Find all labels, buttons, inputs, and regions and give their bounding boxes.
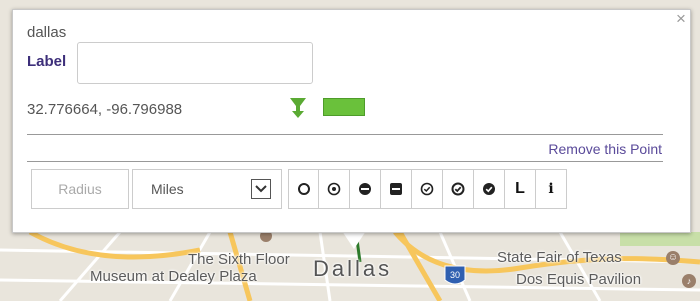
map-label-state-fair: State Fair of Texas — [497, 249, 622, 266]
music-icon: ♪ — [682, 274, 696, 288]
divider — [27, 134, 663, 135]
circle-check-outline-icon — [420, 182, 434, 196]
popup-pointer — [342, 231, 366, 249]
unit-select[interactable]: Miles — [132, 169, 282, 209]
label-input[interactable] — [77, 42, 313, 84]
map-label-city: Dallas — [313, 256, 393, 281]
marker-color-swatch[interactable] — [323, 98, 365, 116]
map-label-dealey-plaza: Museum at Dealey Plaza — [90, 268, 257, 285]
filled-circle-check-icon — [483, 183, 495, 195]
filled-circle-minus-icon — [359, 183, 371, 195]
open-circle-icon — [297, 183, 310, 195]
theater-icon: ☺ — [666, 251, 680, 265]
divider — [27, 161, 663, 162]
info-tool-button[interactable]: i — [536, 169, 567, 209]
chevron-down-icon[interactable] — [251, 179, 271, 199]
circle-dot-tool-button[interactable] — [319, 169, 350, 209]
close-icon[interactable]: × — [676, 10, 686, 27]
highway-shield-label: 30 — [450, 270, 460, 280]
coordinates-text: 32.776664, -96.796988 — [27, 101, 183, 118]
map-label-dos-equis: Dos Equis Pavilion — [516, 271, 642, 288]
radius-input[interactable] — [31, 169, 129, 209]
filled-square-minus-icon — [390, 183, 402, 195]
unit-select-value: Miles — [151, 181, 184, 197]
map-label-sixth-floor: The Sixth Floor — [188, 251, 290, 268]
circle-check-tool-button[interactable] — [443, 169, 474, 209]
label-tool-button[interactable]: L — [505, 169, 536, 209]
square-minus-tool-button[interactable] — [381, 169, 412, 209]
point-info-popup: dallas Label 32.776664, -96.796988 Remov… — [12, 9, 691, 233]
circle-check-outline-tool-button[interactable] — [412, 169, 443, 209]
filled-circle-check-tool-button[interactable] — [474, 169, 505, 209]
remove-point-link[interactable]: Remove this Point — [548, 141, 662, 157]
circle-check-icon — [451, 182, 465, 196]
map-park — [620, 232, 700, 246]
green-arrow-pin-icon[interactable] — [288, 96, 308, 118]
label-caption: Label — [27, 53, 67, 70]
point-toolbar: Miles L i — [31, 169, 567, 209]
place-name: dallas — [27, 24, 67, 41]
circle-outline-tool-button[interactable] — [288, 169, 319, 209]
circle-dot-icon — [327, 182, 341, 196]
circle-minus-tool-button[interactable] — [350, 169, 381, 209]
